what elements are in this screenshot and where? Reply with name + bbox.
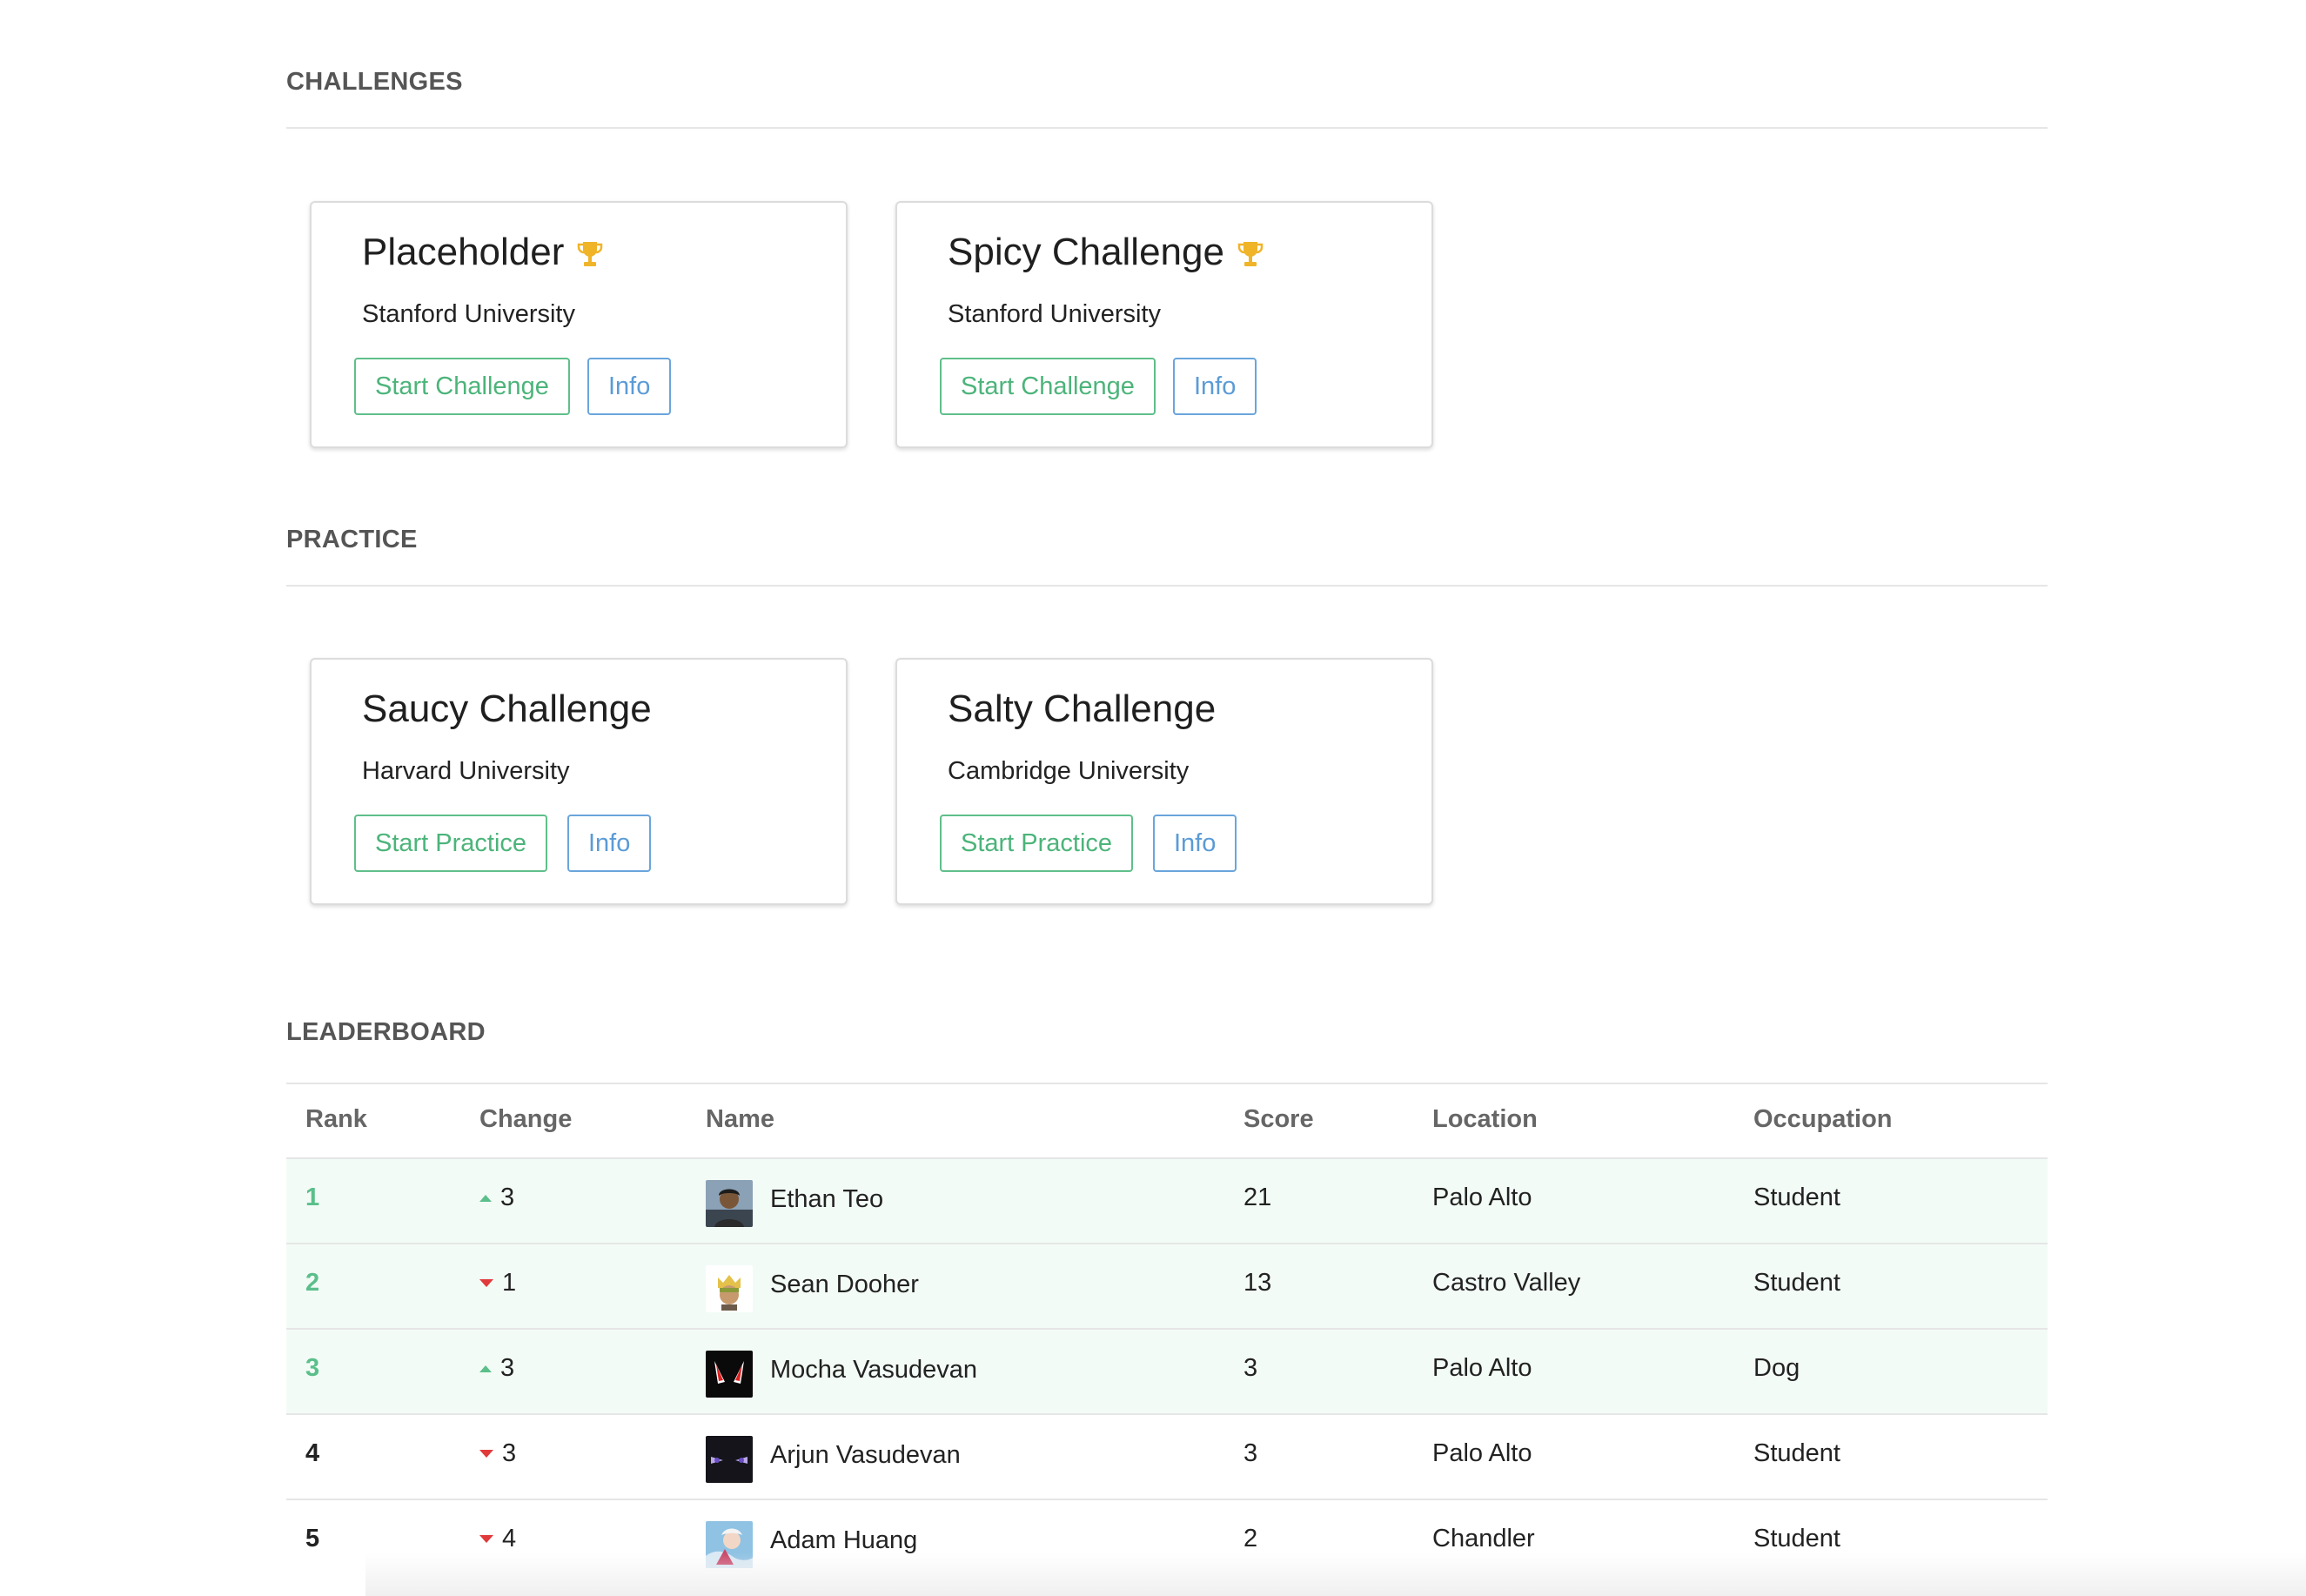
- change-value: 3: [500, 1184, 515, 1211]
- start-practice-button[interactable]: Start Practice: [940, 815, 1134, 872]
- challenges-section: CHALLENGES: [286, 68, 2048, 97]
- change-value: 3: [500, 1354, 515, 1382]
- avatar: [706, 1180, 753, 1227]
- change-value: 3: [502, 1439, 517, 1467]
- header-rank[interactable]: Rank: [305, 1105, 367, 1134]
- start-challenge-button[interactable]: Start Challenge: [940, 358, 1156, 415]
- change-cell: 3: [479, 1184, 514, 1212]
- start-challenge-button[interactable]: Start Challenge: [354, 358, 570, 415]
- score-cell: 3: [1243, 1354, 1258, 1382]
- card-title: Spicy Challenge: [948, 231, 1264, 274]
- info-button[interactable]: Info: [587, 358, 672, 415]
- name-cell[interactable]: Mocha Vasudevan: [770, 1356, 977, 1385]
- card-organization: Stanford University: [948, 300, 1161, 328]
- leaderboard-table: Rank Change Name Score Location Occupati…: [286, 1083, 2048, 1584]
- header-score[interactable]: Score: [1243, 1105, 1314, 1134]
- card-title: Salty Challenge: [948, 687, 1217, 730]
- info-button[interactable]: Info: [567, 815, 652, 872]
- header-change[interactable]: Change: [479, 1105, 572, 1134]
- trophy-icon: [1237, 237, 1264, 268]
- caret-down-icon: [479, 1535, 493, 1543]
- rank-cell: 5: [305, 1525, 320, 1552]
- location-cell: Chandler: [1432, 1525, 1535, 1552]
- header-name[interactable]: Name: [706, 1105, 774, 1134]
- rank-cell: 3: [305, 1354, 320, 1382]
- location-cell: Palo Alto: [1432, 1184, 1532, 1211]
- info-button[interactable]: Info: [1153, 815, 1237, 872]
- trophy-icon: [576, 237, 604, 268]
- caret-up-icon: [479, 1194, 492, 1202]
- score-cell: 3: [1243, 1439, 1258, 1467]
- challenges-divider: [286, 127, 2048, 129]
- header-occupation[interactable]: Occupation: [1753, 1105, 1893, 1134]
- location-cell: Palo Alto: [1432, 1354, 1532, 1382]
- bottom-shadow: [365, 1552, 2306, 1596]
- card-title-text: Placeholder: [362, 231, 565, 273]
- card-title: Saucy Challenge: [362, 687, 652, 730]
- card-title-text: Spicy Challenge: [948, 231, 1224, 273]
- practice-divider: [286, 585, 2048, 587]
- change-cell: 1: [479, 1269, 516, 1298]
- practice-card-salty: Salty Challenge Cambridge University Sta…: [895, 658, 1433, 905]
- change-value: 1: [502, 1269, 517, 1297]
- table-row[interactable]: 3 3 Mocha Vasudevan 3 Palo Alto Dog: [286, 1330, 2048, 1415]
- name-cell[interactable]: Sean Dooher: [770, 1271, 919, 1299]
- avatar: [706, 1436, 753, 1483]
- leaderboard-section: LEADERBOARD: [286, 1018, 2048, 1047]
- score-cell: 2: [1243, 1525, 1258, 1552]
- change-cell: 4: [479, 1525, 516, 1553]
- score-cell: 21: [1243, 1184, 1272, 1211]
- change-cell: 3: [479, 1439, 516, 1468]
- table-row[interactable]: 4 3 Arjun Vasudevan 3 Palo Alto Student: [286, 1415, 2048, 1500]
- practice-heading: PRACTICE: [286, 526, 418, 553]
- table-header: Rank Change Name Score Location Occupati…: [286, 1084, 2048, 1159]
- caret-down-icon: [479, 1450, 493, 1458]
- challenges-heading: CHALLENGES: [286, 68, 463, 96]
- change-cell: 3: [479, 1354, 514, 1383]
- name-cell[interactable]: Adam Huang: [770, 1526, 917, 1555]
- location-cell: Palo Alto: [1432, 1439, 1532, 1467]
- occupation-cell: Student: [1753, 1269, 1840, 1297]
- card-organization: Cambridge University: [948, 757, 1190, 785]
- name-cell[interactable]: Ethan Teo: [770, 1185, 883, 1214]
- table-row[interactable]: 1 3 Ethan Teo 21 Palo Alto Student: [286, 1159, 2048, 1244]
- location-cell: Castro Valley: [1432, 1269, 1581, 1297]
- card-organization: Harvard University: [362, 757, 570, 785]
- occupation-cell: Student: [1753, 1184, 1840, 1211]
- practice-card-saucy: Saucy Challenge Harvard University Start…: [310, 658, 848, 905]
- caret-up-icon: [479, 1365, 492, 1372]
- rank-cell: 2: [305, 1269, 320, 1297]
- leaderboard-heading: LEADERBOARD: [286, 1018, 486, 1046]
- caret-down-icon: [479, 1279, 493, 1287]
- challenge-card-placeholder: Placeholder Stanford University Start Ch…: [310, 201, 848, 448]
- challenge-card-spicy: Spicy Challenge Stanford University Star…: [895, 201, 1433, 448]
- rank-cell: 4: [305, 1439, 320, 1467]
- avatar: [706, 1265, 753, 1312]
- card-title: Placeholder: [362, 231, 604, 274]
- occupation-cell: Student: [1753, 1439, 1840, 1467]
- header-location[interactable]: Location: [1432, 1105, 1538, 1134]
- avatar: [706, 1351, 753, 1398]
- change-value: 4: [502, 1525, 517, 1552]
- card-organization: Stanford University: [362, 300, 575, 328]
- score-cell: 13: [1243, 1269, 1272, 1297]
- practice-section: PRACTICE: [286, 526, 2048, 554]
- info-button[interactable]: Info: [1173, 358, 1257, 415]
- table-row[interactable]: 2 1 Sean Dooher 13 Castro Valley Student: [286, 1244, 2048, 1330]
- occupation-cell: Student: [1753, 1525, 1840, 1552]
- name-cell[interactable]: Arjun Vasudevan: [770, 1441, 961, 1470]
- start-practice-button[interactable]: Start Practice: [354, 815, 548, 872]
- rank-cell: 1: [305, 1184, 320, 1211]
- occupation-cell: Dog: [1753, 1354, 1800, 1382]
